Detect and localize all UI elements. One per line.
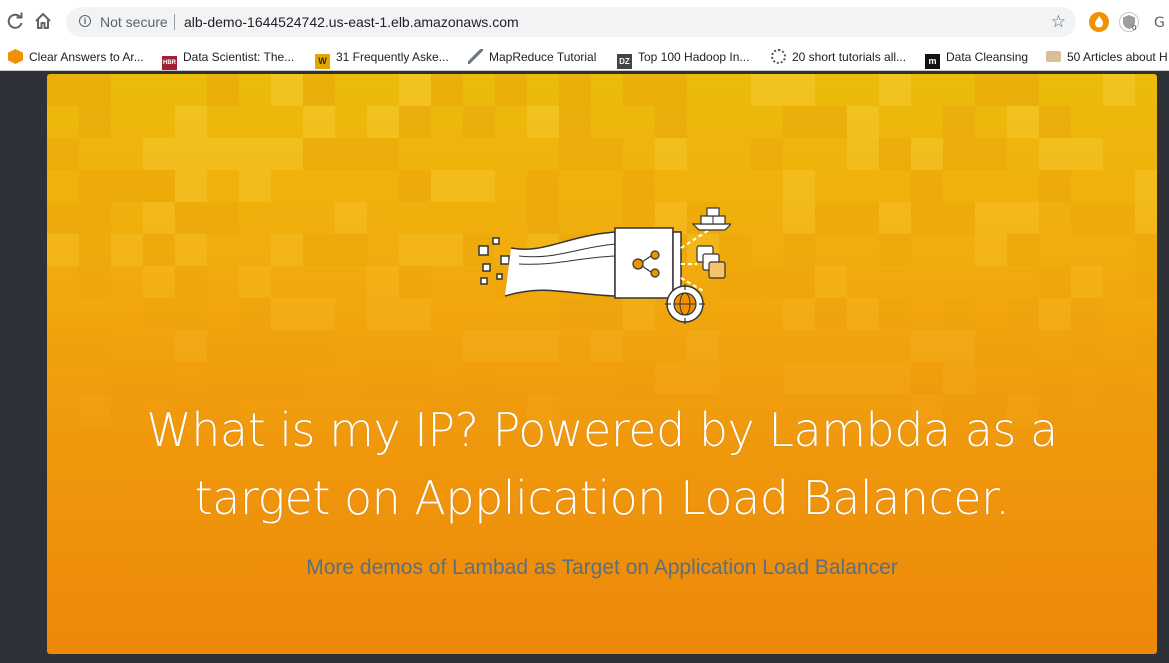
bookmark-item[interactable]: MapReduce Tutorial: [468, 48, 596, 66]
info-icon[interactable]: i: [79, 15, 91, 27]
hero-title: What is my IP? Powered by Lambda as a ta…: [146, 403, 1058, 525]
bookmark-label: Top 100 Hadoop In...: [638, 50, 750, 64]
bookmark-label: 20 short tutorials all...: [792, 50, 907, 64]
bookmark-item[interactable]: Clear Answers to Ar...: [8, 48, 144, 66]
extension-g-icon[interactable]: G: [1150, 12, 1169, 32]
aws-cube-icon: [8, 49, 23, 64]
bookmark-item[interactable]: W 31 Frequently Aske...: [315, 48, 449, 69]
hbr-icon: HBR: [162, 56, 177, 70]
reload-icon[interactable]: [4, 11, 26, 33]
hero-banner: What is my IP? Powered by Lambda as a ta…: [47, 74, 1157, 654]
svg-text:0: 0: [1132, 24, 1136, 31]
bookmark-item[interactable]: 20 short tutorials all...: [771, 48, 906, 66]
extension-fire-icon[interactable]: [1089, 12, 1109, 32]
extension-shield-icon[interactable]: 0: [1119, 12, 1139, 32]
omnibox-divider: [174, 14, 175, 30]
bookmark-item[interactable]: m Data Cleansing: [925, 48, 1029, 69]
more-demos-link[interactable]: More demos of Lambad as Target on Applic…: [147, 556, 1057, 580]
not-secure-label[interactable]: Not secure: [100, 14, 168, 30]
bookmark-item[interactable]: HBR Data Scientist: The...: [162, 48, 295, 70]
bookmark-label: Data Scientist: The...: [183, 50, 295, 64]
load-balancer-illustration: [478, 207, 731, 324]
url-text[interactable]: alb-demo-1644524742.us-east-1.elb.amazon…: [184, 14, 519, 30]
bookmark-label: 50 Articles about H: [1067, 50, 1168, 64]
page-viewport: What is my IP? Powered by Lambda as a ta…: [0, 71, 1169, 663]
home-icon[interactable]: [32, 11, 54, 33]
gear-icon: [771, 49, 786, 64]
bookmark-item[interactable]: 50 Articles about H: [1046, 48, 1168, 66]
browser-toolbar: i Not secure alb-demo-1644524742.us-east…: [0, 0, 1169, 45]
bookmark-label: MapReduce Tutorial: [489, 50, 597, 64]
tutorial-icon: [468, 49, 483, 64]
address-bar[interactable]: i Not secure alb-demo-1644524742.us-east…: [66, 7, 1076, 37]
w-icon: W: [315, 54, 330, 69]
bookmarks-bar: Clear Answers to Ar... HBR Data Scientist:…: [0, 44, 1169, 71]
bookmark-item[interactable]: DZ Top 100 Hadoop In...: [617, 48, 750, 69]
folder-icon: [1046, 51, 1061, 62]
star-icon[interactable]: ☆: [1051, 12, 1066, 32]
dzone-icon: DZ: [617, 54, 632, 69]
medium-icon: m: [925, 54, 940, 69]
bookmark-label: Data Cleansing: [946, 50, 1029, 64]
svg-text:G: G: [1154, 15, 1165, 31]
bookmark-label: 31 Frequently Aske...: [336, 50, 449, 64]
bookmark-label: Clear Answers to Ar...: [29, 50, 144, 64]
